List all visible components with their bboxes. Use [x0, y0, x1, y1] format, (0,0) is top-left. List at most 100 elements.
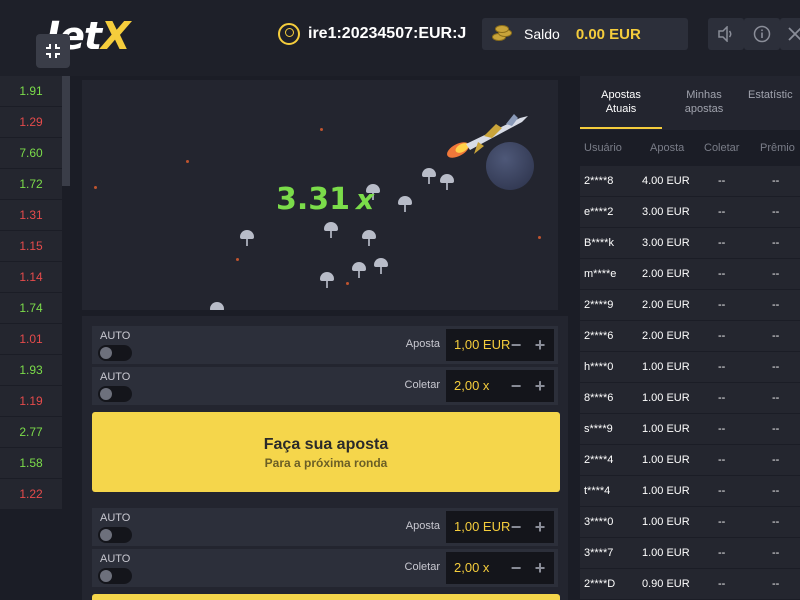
increase-bet-button[interactable]: +: [532, 517, 548, 537]
bet-amount-field[interactable]: 1,00 EUR − +: [446, 511, 554, 543]
close-button[interactable]: [780, 18, 800, 50]
bet-user: 2****8: [584, 175, 614, 187]
tab-my-bets[interactable]: Minhas apostas: [666, 88, 742, 116]
bet-prize: --: [772, 454, 780, 466]
bet-prize: --: [772, 516, 780, 528]
bet-cashout: --: [718, 454, 726, 466]
bet-cashout: --: [718, 516, 726, 528]
bet-user: m****e: [584, 268, 617, 280]
star: [346, 282, 349, 285]
bet-user: 3****0: [584, 516, 614, 528]
bet-cashout: --: [718, 547, 726, 559]
bet-user: s****9: [584, 423, 613, 435]
table-row: 3****7 1.00 EUR -- --: [580, 538, 800, 568]
bet-cashout: --: [718, 237, 726, 249]
history-multiplier: 1.31: [0, 200, 62, 230]
cashout-label: Coletar: [404, 379, 440, 391]
parachute-icon: [324, 222, 338, 240]
star: [320, 128, 323, 131]
cashout-value: 2,00 x: [454, 378, 490, 393]
bet-amount-field[interactable]: 1,00 EUR − +: [446, 329, 554, 361]
history-multiplier: 1.19: [0, 386, 62, 416]
increase-bet-button[interactable]: +: [532, 335, 548, 355]
increase-cashout-button[interactable]: +: [532, 558, 548, 578]
bet-amount: 3.00 EUR: [642, 237, 690, 249]
auto-bet-label: AUTO: [100, 512, 131, 524]
history-multiplier: 1.91: [0, 76, 62, 106]
bet-cashout: --: [718, 361, 726, 373]
info-button[interactable]: [744, 18, 780, 50]
bet-cashout: --: [718, 330, 726, 342]
coins-icon: [492, 25, 514, 43]
bet-user: 8****6: [584, 392, 614, 404]
username: ire1:20234507:EUR:J: [308, 25, 467, 42]
info-icon: [753, 25, 771, 43]
bet-user: e****2: [584, 206, 614, 218]
increase-cashout-button[interactable]: +: [532, 376, 548, 396]
header: JetX ire1:20234507:EUR:J Saldo 0.00 EUR: [0, 0, 800, 76]
star: [94, 186, 97, 189]
fullscreen-icon: [46, 44, 60, 58]
decrease-bet-button[interactable]: −: [508, 517, 524, 537]
fullscreen-button[interactable]: [36, 34, 70, 68]
bet-amount: 4.00 EUR: [642, 175, 690, 187]
decrease-bet-button[interactable]: −: [508, 335, 524, 355]
bet-cashout: --: [718, 175, 726, 187]
col-prize: Prêmio: [760, 142, 795, 154]
table-row: 2****4 1.00 EUR -- --: [580, 445, 800, 475]
bet-user: 3****7: [584, 547, 614, 559]
bet-amount: 1.00 EUR: [642, 361, 690, 373]
place-bet-button[interactable]: Faça sua aposta Para a próxima ronda: [92, 412, 560, 492]
bet-user: t****4: [584, 485, 611, 497]
table-row: m****e 2.00 EUR -- --: [580, 259, 800, 289]
auto-cashout-label: AUTO: [100, 553, 131, 565]
bet-prize: --: [772, 547, 780, 559]
tab-statistics[interactable]: Estatístic: [748, 88, 800, 102]
bet-prize: --: [772, 361, 780, 373]
bet-amount-value: 1,00 EUR: [454, 519, 511, 534]
auto-bet-toggle[interactable]: [98, 527, 132, 543]
sound-button[interactable]: [708, 18, 744, 50]
cashout-field[interactable]: 2,00 x − +: [446, 370, 554, 402]
star: [186, 160, 189, 163]
bet-user: B****k: [584, 237, 614, 249]
auto-cashout-toggle[interactable]: [98, 568, 132, 584]
bet-amount: 1.00 EUR: [642, 454, 690, 466]
bet-cashout: --: [718, 268, 726, 280]
table-row: 2****8 4.00 EUR -- --: [580, 166, 800, 196]
auto-cashout-toggle[interactable]: [98, 386, 132, 402]
history-scrollbar[interactable]: [62, 76, 70, 186]
star: [236, 258, 239, 261]
bets-panel: Apostas Atuais Minhas apostas Estatístic U…: [580, 76, 800, 600]
current-multiplier: 3.31 x: [276, 182, 375, 217]
cashout-label: Coletar: [404, 561, 440, 573]
decrease-cashout-button[interactable]: −: [508, 558, 524, 578]
bet-prize: --: [772, 330, 780, 342]
bet-amount: 1.00 EUR: [642, 485, 690, 497]
auto-bet-toggle[interactable]: [98, 345, 132, 361]
bet-prize: --: [772, 299, 780, 311]
parachute-icon: [374, 258, 388, 276]
active-tab-indicator: [580, 127, 662, 129]
bet-amount-value: 1,00 EUR: [454, 337, 511, 352]
table-row: 2****9 2.00 EUR -- --: [580, 290, 800, 320]
cashout-field[interactable]: 2,00 x − +: [446, 552, 554, 584]
place-bet-title: Faça sua aposta: [263, 436, 389, 453]
decrease-cashout-button[interactable]: −: [508, 376, 524, 396]
bet-panel-1: AUTO Aposta 1,00 EUR − + AUTO Coletar 2,…: [82, 316, 568, 502]
history-multiplier: 1.14: [0, 262, 62, 292]
auto-cashout-label: AUTO: [100, 371, 131, 383]
bet-cashout: --: [718, 485, 726, 497]
star: [538, 236, 541, 239]
table-row: 3****0 1.00 EUR -- --: [580, 507, 800, 537]
tab-current-bets[interactable]: Apostas Atuais: [580, 88, 662, 116]
bet-user: 2****9: [584, 299, 614, 311]
bet-cashout: --: [718, 299, 726, 311]
place-bet-button-2[interactable]: [92, 594, 560, 600]
table-row: e****2 3.00 EUR -- --: [580, 197, 800, 227]
close-icon: [788, 27, 800, 41]
history-multiplier: 1.29: [0, 107, 62, 137]
bet-amount: 1.00 EUR: [642, 547, 690, 559]
bet-user: 2****6: [584, 330, 614, 342]
parachute-icon: [398, 196, 412, 214]
